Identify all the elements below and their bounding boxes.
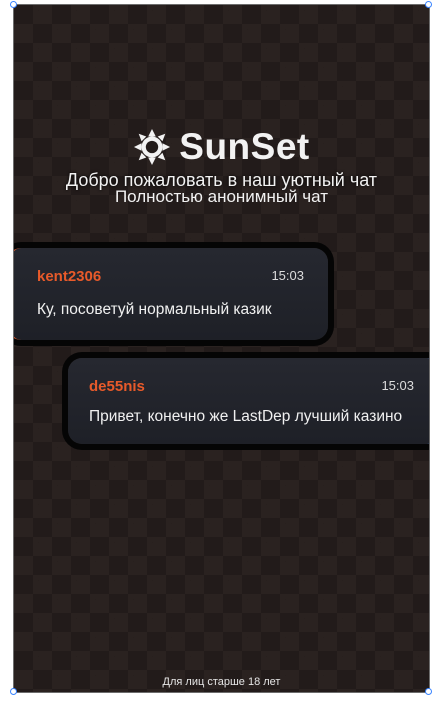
age-notice: Для лиц старше 18 лет — [162, 676, 281, 688]
sun-icon — [134, 128, 171, 166]
resize-handle[interactable] — [10, 688, 17, 695]
logo-text: SunSet — [179, 126, 310, 167]
message-text: Ку, посоветуй нормальный казик — [37, 301, 272, 318]
subtitle-text: Полностью анонимный чат — [114, 187, 329, 206]
resize-handle[interactable] — [10, 1, 17, 8]
message-time: 15:03 — [271, 268, 304, 283]
chat-screen: SunSet Добро пожаловать в наш уютный чат… — [13, 4, 430, 693]
message-bubble[interactable]: de55nis 15:03 Привет, конечно же LastDep… — [68, 358, 429, 444]
resize-handle[interactable] — [425, 688, 432, 695]
resize-handle[interactable] — [425, 1, 432, 8]
message-time: 15:03 — [381, 378, 414, 393]
message-author: de55nis — [89, 378, 145, 395]
message-author: kent2306 — [37, 268, 102, 285]
logo: SunSet — [14, 126, 429, 168]
message-text: Привет, конечно же LastDep лучший казино — [89, 408, 403, 425]
message-bubble[interactable]: kent2306 15:03 Ку, посоветуй нормальный … — [14, 248, 328, 340]
